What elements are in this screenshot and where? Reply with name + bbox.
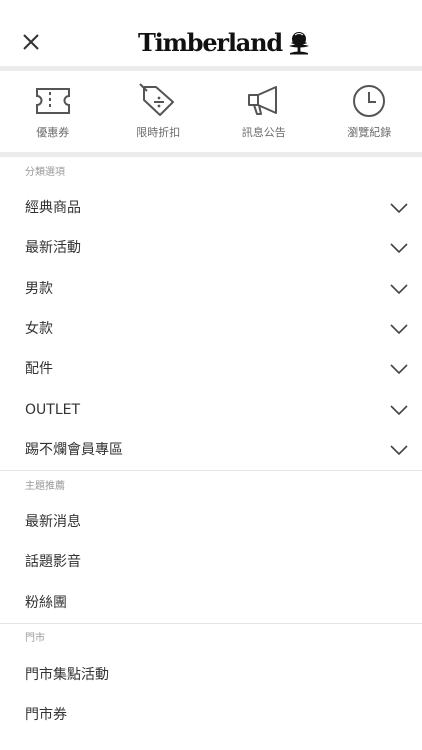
menu-item-outlet[interactable]: OUTLET bbox=[0, 390, 422, 430]
quick-link-history[interactable]: 瀏覽紀錄 bbox=[317, 71, 422, 152]
menu-item-label: OUTLET bbox=[25, 402, 81, 418]
menu-item-label: 經典商品 bbox=[25, 200, 81, 216]
menu-item-label: 踢不爛會員專區 bbox=[25, 442, 123, 458]
brand-logo[interactable]: Timberland bbox=[138, 26, 313, 60]
menu-item-store-points[interactable]: 門市集點活動 bbox=[0, 655, 422, 695]
quick-link-label: 限時折扣 bbox=[136, 126, 181, 139]
menu-item-events[interactable]: 最新活動 bbox=[0, 228, 422, 268]
section-divider bbox=[0, 470, 422, 471]
menu-item-label: 粉絲團 bbox=[25, 595, 67, 611]
menu-item-label: 門市券 bbox=[25, 707, 67, 723]
section-title-categories: 分類選項 bbox=[25, 167, 65, 178]
close-button[interactable] bbox=[18, 28, 46, 56]
menu-item-news[interactable]: 最新消息 bbox=[0, 502, 422, 542]
quick-links: 優惠券 限時折扣 訊息公告 瀏覽紀錄 bbox=[0, 71, 422, 152]
section-divider bbox=[0, 623, 422, 624]
menu-item-store-coupons[interactable]: 門市券 bbox=[0, 695, 422, 735]
header: Timberland bbox=[0, 0, 422, 66]
section-divider bbox=[0, 152, 422, 157]
quick-link-label: 優惠券 bbox=[36, 126, 70, 139]
chevron-down-icon bbox=[390, 284, 408, 295]
menu-item-label: 最新活動 bbox=[25, 240, 81, 256]
menu-item-women[interactable]: 女款 bbox=[0, 309, 422, 349]
menu-item-videos[interactable]: 話題影音 bbox=[0, 542, 422, 582]
menu-item-label: 女款 bbox=[25, 321, 53, 337]
tree-logo-icon bbox=[288, 32, 309, 55]
menu-item-classics[interactable]: 經典商品 bbox=[0, 188, 422, 228]
brand-name: Timberland bbox=[138, 28, 283, 57]
menu-item-accessories[interactable]: 配件 bbox=[0, 349, 422, 389]
quick-link-flash-sale[interactable]: 限時折扣 bbox=[106, 71, 212, 152]
menu-item-men[interactable]: 男款 bbox=[0, 269, 422, 309]
chevron-down-icon bbox=[390, 203, 408, 214]
section-title-stores: 門市 bbox=[25, 633, 45, 644]
menu-item-members[interactable]: 踢不爛會員專區 bbox=[0, 430, 422, 470]
close-icon bbox=[23, 34, 39, 50]
section-title-topics: 主題推薦 bbox=[25, 481, 65, 492]
megaphone-icon bbox=[247, 86, 277, 115]
chevron-down-icon bbox=[390, 324, 408, 335]
quick-link-label: 訊息公告 bbox=[241, 126, 286, 139]
chevron-down-icon bbox=[390, 364, 408, 375]
menu-item-fan-page[interactable]: 粉絲團 bbox=[0, 583, 422, 623]
menu-item-label: 話題影音 bbox=[25, 554, 81, 570]
chevron-down-icon bbox=[390, 243, 408, 254]
chevron-down-icon bbox=[390, 405, 408, 416]
discount-tag-icon bbox=[139, 83, 175, 116]
quick-link-label: 瀏覽紀錄 bbox=[347, 126, 392, 139]
menu-item-label: 男款 bbox=[25, 281, 53, 297]
menu-item-label: 門市集點活動 bbox=[25, 667, 109, 683]
quick-link-announcements[interactable]: 訊息公告 bbox=[211, 71, 317, 152]
ticket-icon bbox=[35, 88, 70, 114]
menu-item-label: 最新消息 bbox=[25, 514, 81, 530]
clock-icon bbox=[353, 85, 386, 117]
quick-link-coupons[interactable]: 優惠券 bbox=[0, 71, 106, 152]
chevron-down-icon bbox=[390, 445, 408, 456]
menu-item-label: 配件 bbox=[25, 361, 53, 377]
